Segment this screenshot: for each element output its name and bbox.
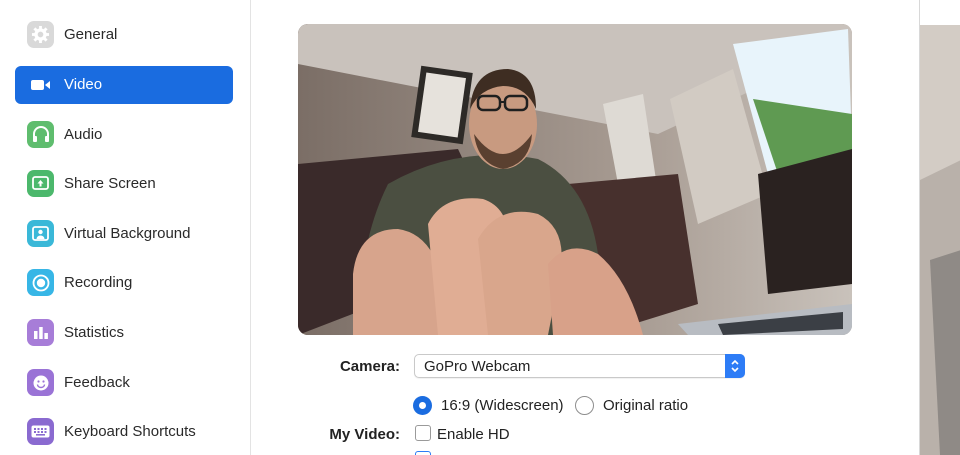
sidebar-item-label: Keyboard Shortcuts	[64, 423, 196, 440]
sidebar-item-label: Video	[64, 76, 103, 93]
ratio-widescreen-label[interactable]: 16:9 (Widescreen)	[441, 397, 564, 414]
camera-preview-image	[298, 24, 852, 335]
chevron-up-down-icon	[725, 354, 745, 378]
ratio-original-label[interactable]: Original ratio	[603, 397, 688, 414]
camera-select-value: GoPro Webcam	[424, 358, 531, 375]
sidebar-item-label: Statistics	[64, 324, 125, 341]
enable-hd-checkbox[interactable]	[415, 425, 431, 441]
smiley-icon	[27, 369, 54, 396]
gear-icon	[27, 21, 54, 48]
sidebar-item-label: Audio	[64, 126, 103, 143]
headphones-icon	[27, 121, 54, 148]
background-window-edge	[919, 0, 960, 455]
sidebar-item-general[interactable]: General	[15, 16, 233, 54]
camera-select[interactable]: GoPro Webcam	[414, 354, 745, 378]
ratio-original-radio[interactable]	[575, 396, 594, 415]
camera-preview	[298, 24, 852, 335]
sidebar-item-label: Recording	[64, 274, 133, 291]
camera-label: Camera:	[339, 358, 400, 375]
sidebar-item-label: Share Screen	[64, 175, 156, 192]
sidebar-item-label: Feedback	[64, 374, 130, 391]
sidebar-item-video[interactable]: Video	[15, 66, 233, 104]
settings-sidebar: General Video Audio Share Screen Virtual…	[0, 0, 251, 455]
sidebar-item-statistics[interactable]: Statistics	[15, 314, 233, 352]
sidebar-item-share-screen[interactable]: Share Screen	[15, 165, 233, 203]
next-option-checkbox[interactable]	[415, 451, 431, 455]
sidebar-item-keyboard-shortcuts[interactable]: Keyboard Shortcuts	[15, 413, 233, 451]
bar-chart-icon	[27, 319, 54, 346]
sidebar-item-recording[interactable]: Recording	[15, 264, 233, 302]
enable-hd-label[interactable]: Enable HD	[437, 426, 510, 443]
keyboard-icon	[27, 418, 54, 445]
ratio-widescreen-radio[interactable]	[413, 396, 432, 415]
video-settings-panel: Camera: My Video:	[252, 0, 919, 455]
sidebar-item-audio[interactable]: Audio	[15, 116, 233, 154]
share-screen-icon	[27, 170, 54, 197]
my-video-label: My Video:	[329, 426, 400, 443]
sidebar-item-label: General	[64, 26, 118, 43]
sidebar-item-feedback[interactable]: Feedback	[15, 364, 233, 402]
person-background-icon	[27, 220, 54, 247]
video-camera-icon	[27, 71, 54, 98]
sidebar-item-virtual-background[interactable]: Virtual Background	[15, 215, 233, 253]
sidebar-item-label: Virtual Background	[64, 225, 191, 242]
record-icon	[27, 269, 54, 296]
